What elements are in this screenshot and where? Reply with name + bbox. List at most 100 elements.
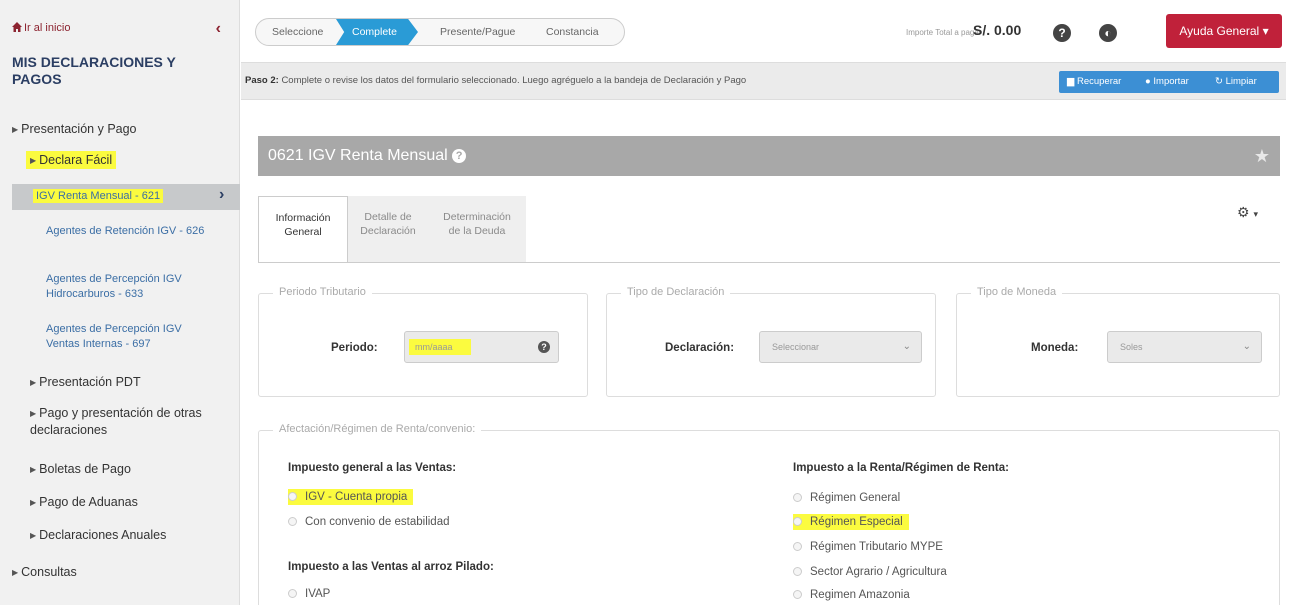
sidebar-item-label: Pago de Aduanas [39, 495, 138, 509]
sidebar-item-anuales[interactable]: ▶ Declaraciones Anuales [30, 528, 166, 542]
sidebar-item-label: Pago y presentación de otras declaracion… [30, 406, 202, 437]
star-icon[interactable]: ★ [1254, 136, 1270, 176]
limpiar-button[interactable]: ↻ Limpiar [1215, 71, 1257, 93]
settings-dropdown[interactable]: ⚙ ▾ [1237, 204, 1258, 221]
step-seleccione[interactable]: Seleccione [272, 19, 323, 45]
globe-icon[interactable]: ◐ [1099, 24, 1117, 42]
total-value: S/. 0.00 [973, 22, 1022, 38]
sidebar-item-igv-renta[interactable]: IGV Renta Mensual - 621 [33, 189, 164, 203]
ivap-heading: Impuesto a las Ventas al arroz Pilado: [288, 561, 494, 573]
triangle-right-icon: ▶ [12, 568, 19, 577]
form-title: 0621 IGV Renta Mensual [268, 147, 448, 164]
top-bar: Seleccione Complete Presente/Pague Const… [241, 0, 1291, 60]
tab-label: Información [275, 212, 331, 224]
step-instructions: Paso 2: Complete o revise los datos del … [245, 75, 746, 86]
help-general-button[interactable]: Ayuda General ▾ [1166, 14, 1282, 48]
sidebar-item-declara-facil[interactable]: ▶ Declara Fácil [26, 151, 117, 169]
triangle-right-icon: ▶ [30, 156, 37, 165]
triangle-right-icon: ▶ [30, 498, 37, 507]
form-title-bar: 0621 IGV Renta Mensual ? ★ [258, 136, 1280, 176]
sidebar-item-label: Presentación y Pago [21, 122, 137, 136]
sidebar-item-label: Boletas de Pago [39, 462, 131, 476]
declaracion-select-value: Seleccionar [772, 342, 820, 352]
sidebar-item-agentes-percepcion-hidro[interactable]: Agentes de Percepción IGV Hidrocarburos … [46, 272, 211, 302]
moneda-select-value: Soles [1120, 342, 1143, 352]
tab-informacion-general[interactable]: Información General [258, 196, 348, 262]
question-icon[interactable]: ? [538, 341, 550, 353]
tipo-declaracion-fieldset: Tipo de Declaración Declaración: Selecci… [606, 286, 936, 397]
recuperar-button[interactable]: ▆ Recuperar [1067, 71, 1121, 93]
radio-label: Régimen Tributario MYPE [810, 541, 943, 553]
sidebar-item-agentes-percepcion-ventas[interactable]: Agentes de Percepción IGV Ventas Interna… [46, 322, 211, 352]
radio-label: Sector Agrario / Agricultura [810, 566, 947, 578]
importar-button[interactable]: ● Importar [1145, 71, 1189, 93]
chevron-right-icon: › [219, 186, 225, 203]
igv-heading: Impuesto general a las Ventas: [288, 462, 457, 474]
caret-down-icon: ▾ [1253, 209, 1258, 219]
radio-icon [793, 517, 802, 526]
tipo-moneda-legend: Tipo de Moneda [971, 286, 1063, 298]
help-button-label: Ayuda General [1179, 24, 1260, 38]
periodo-fieldset: Periodo Tributario Periodo: mm/aaaa ? [258, 286, 588, 397]
radio-regimen-mype[interactable]: Régimen Tributario MYPE [793, 541, 943, 553]
help-circle-icon[interactable]: ? [1053, 24, 1071, 42]
radio-icon [288, 517, 297, 526]
triangle-right-icon: ▶ [30, 531, 37, 540]
radio-label: Régimen Especial [810, 516, 903, 528]
step-instructions-bar: Paso 2: Complete o revise los datos del … [241, 62, 1286, 100]
sidebar-item-presentacion-pago[interactable]: ▶ Presentación y Pago [12, 122, 137, 136]
radio-convenio-estabilidad[interactable]: Con convenio de estabilidad [288, 516, 450, 528]
moneda-select[interactable]: Soles ⌄ [1107, 331, 1262, 363]
chevron-left-icon[interactable]: ‹ [216, 20, 221, 38]
radio-icon [288, 492, 297, 501]
home-link[interactable]: Ir al inicio ‹ [12, 20, 227, 42]
sidebar-item-otras-declaraciones[interactable]: ▶ Pago y presentación de otras declaracio… [30, 405, 225, 438]
radio-icon [793, 542, 802, 551]
sidebar-item-agentes-retencion[interactable]: Agentes de Retención IGV - 626 [46, 224, 211, 239]
radio-ivap[interactable]: IVAP [288, 588, 330, 600]
moneda-label: Moneda: [1031, 342, 1079, 354]
importar-label: Importar [1153, 76, 1189, 87]
refresh-icon: ↻ [1215, 76, 1223, 87]
sidebar-item-aduanas[interactable]: ▶ Pago de Aduanas [30, 495, 138, 509]
step-constancia[interactable]: Constancia [546, 19, 599, 45]
tipo-declaracion-legend: Tipo de Declaración [621, 286, 731, 298]
chevron-down-icon: ⌄ [1242, 341, 1251, 352]
sidebar-item-boletas[interactable]: ▶ Boletas de Pago [30, 462, 131, 476]
declaracion-label: Declaración: [665, 342, 735, 354]
radio-label: IGV - Cuenta propia [305, 491, 408, 503]
tab-determinacion-deuda[interactable]: Determinación de la Deuda [428, 196, 526, 262]
declaracion-select[interactable]: Seleccionar ⌄ [759, 331, 922, 363]
periodo-legend: Periodo Tributario [273, 286, 372, 298]
renta-heading: Impuesto a la Renta/Régimen de Renta: [793, 462, 1009, 474]
radio-label: IVAP [305, 588, 331, 600]
question-icon[interactable]: ? [452, 149, 467, 163]
radio-label: Regimen Amazonia [810, 589, 910, 601]
home-icon [12, 22, 22, 32]
tab-label: Determinación [443, 211, 511, 223]
radio-regimen-amazonia[interactable]: Regimen Amazonia [793, 589, 910, 601]
step-presente-pague[interactable]: Presente/Pague [440, 19, 515, 45]
sidebar-item-label: Consultas [21, 565, 77, 579]
chevron-down-icon: ⌄ [902, 341, 911, 352]
tab-divider [258, 262, 1280, 263]
sidebar-item-label: Presentación PDT [39, 375, 141, 389]
radio-sector-agrario[interactable]: Sector Agrario / Agricultura [793, 566, 947, 578]
sidebar-title: MIS DECLARACIONES Y PAGOS [12, 54, 176, 87]
radio-igv-cuenta-propia[interactable]: IGV - Cuenta propia [288, 489, 414, 505]
tab-detalle-declaracion[interactable]: Detalle de Declaración [348, 196, 428, 262]
sidebar-item-presentacion-pdt[interactable]: ▶ Presentación PDT [30, 375, 141, 389]
tab-label: General [284, 226, 322, 238]
sidebar-item-consultas[interactable]: ▶ Consultas [12, 565, 77, 579]
periodo-input[interactable]: mm/aaaa ? [404, 331, 559, 363]
step-complete[interactable]: Complete [352, 19, 397, 45]
tab-label: Declaración [360, 225, 416, 237]
tab-label: de la Deuda [448, 225, 506, 237]
triangle-right-icon: ▶ [30, 378, 37, 387]
recuperar-label: Recuperar [1076, 76, 1122, 87]
triangle-right-icon: ▶ [12, 125, 19, 134]
wizard-steps: Seleccione Complete Presente/Pague Const… [255, 18, 625, 46]
triangle-right-icon: ▶ [30, 465, 37, 474]
radio-regimen-general[interactable]: Régimen General [793, 492, 900, 504]
radio-regimen-especial[interactable]: Régimen Especial [793, 514, 909, 530]
